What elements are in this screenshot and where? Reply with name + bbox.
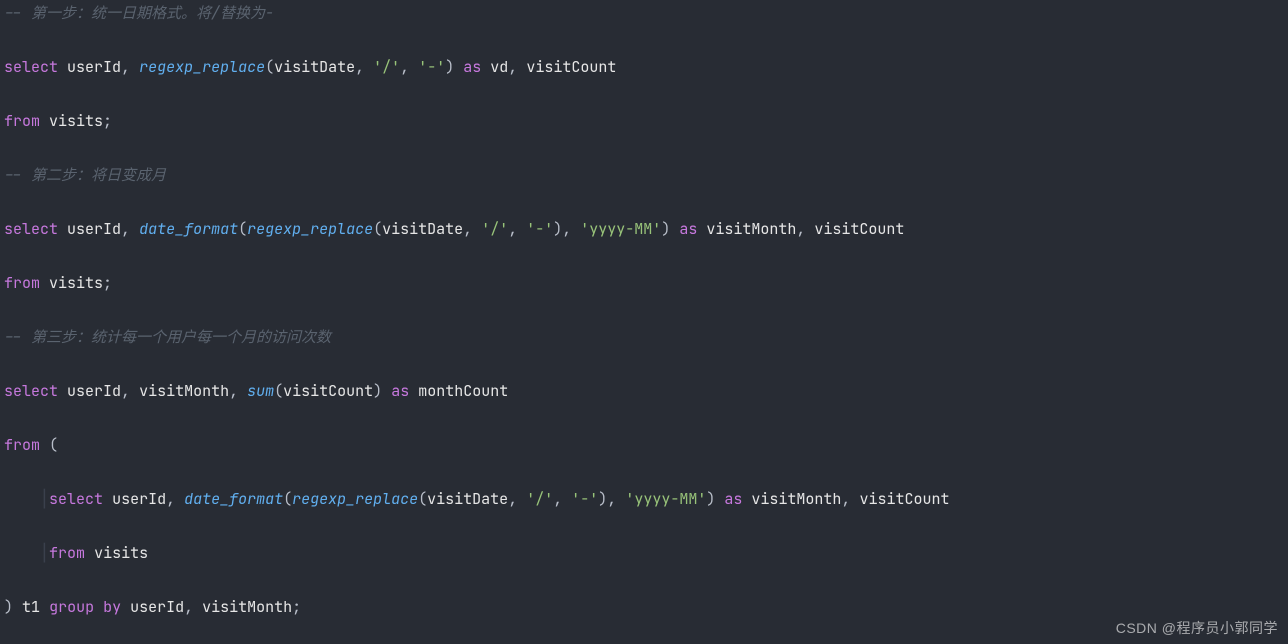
sql-code-block: -- 第一步：统一日期格式。将/替换为- select userId, rege… (0, 0, 1288, 644)
comment-step1: -- 第一步：统一日期格式。将/替换为- (4, 3, 274, 23)
comment-step3: -- 第三步：统计每一个用户每一个月的访问次数 (4, 327, 331, 347)
comment-step2: -- 第二步：将日变成月 (4, 165, 166, 185)
